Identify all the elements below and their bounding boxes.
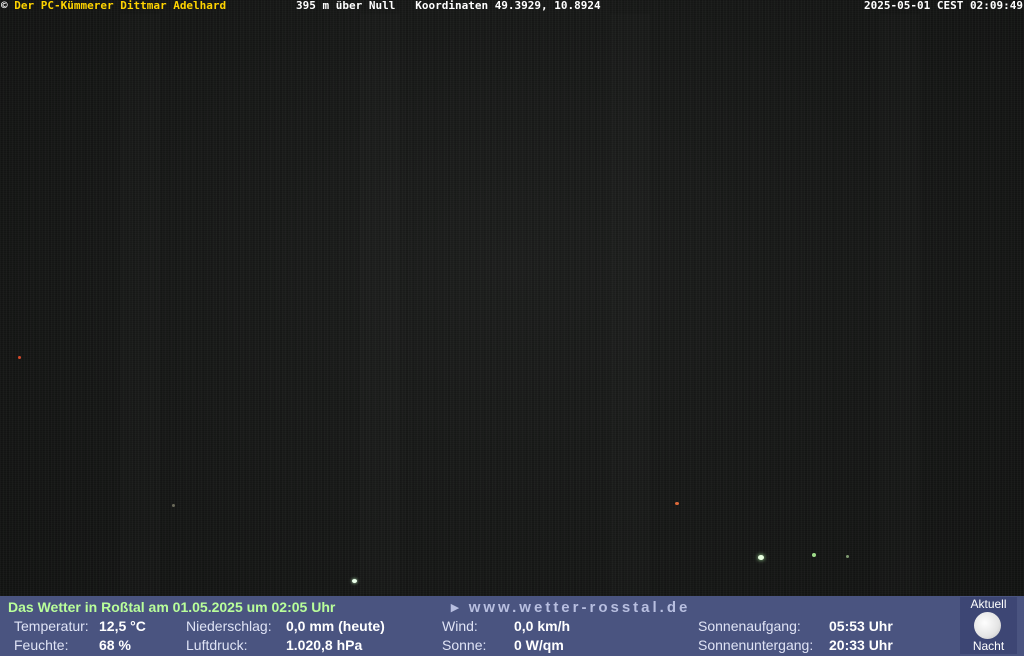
precipitation-value: 0,0 mm (heute) xyxy=(286,618,385,634)
temperature-value: 12,5 °C xyxy=(99,618,146,634)
webcam-image: © Der PC-Kümmerer Dittmar Adelhard 395 m… xyxy=(0,0,1024,656)
location-info: 395 m über Null Koordinaten 49.3929, 10.… xyxy=(296,0,601,11)
distant-light xyxy=(172,504,175,507)
wind-value: 0,0 km/h xyxy=(514,618,571,634)
distant-light xyxy=(758,555,764,560)
sun-label: Sonne: xyxy=(442,637,487,653)
full-moon-icon xyxy=(974,612,1001,639)
sun-value: 0 W/qm xyxy=(514,637,564,653)
author-name: Der PC-Kümmerer Dittmar Adelhard xyxy=(14,0,227,12)
precipitation-label: Niederschlag: xyxy=(186,618,272,634)
distant-light xyxy=(846,555,849,558)
altitude-text: 395 m über Null xyxy=(296,0,396,12)
copyright-icon: © xyxy=(1,0,8,12)
image-band xyxy=(120,14,160,594)
pressure-value: 1.020,8 hPa xyxy=(286,637,363,653)
image-band xyxy=(360,14,400,594)
distant-light xyxy=(675,502,679,505)
timestamp: 2025-05-01 CEST 02:09:49 xyxy=(864,0,1023,12)
sunrise-value: 05:53 Uhr xyxy=(829,618,893,634)
distant-light xyxy=(812,553,816,557)
website-link[interactable]: ▸ www.wetter-rosstal.de xyxy=(451,598,690,616)
humidity-value: 68 % xyxy=(99,637,131,653)
image-band xyxy=(880,14,920,594)
humidity-label: Feuchte: xyxy=(14,637,69,653)
camera-info-bar: © Der PC-Kümmerer Dittmar Adelhard 395 m… xyxy=(0,0,1024,12)
sunrise-label: Sonnenaufgang: xyxy=(698,618,801,634)
distant-light xyxy=(18,356,21,359)
wind-label: Wind: xyxy=(442,618,478,634)
coordinates-text: Koordinaten 49.3929, 10.8924 xyxy=(415,0,601,12)
sunset-value: 20:33 Uhr xyxy=(829,637,893,653)
pressure-label: Luftdruck: xyxy=(186,637,248,653)
image-band xyxy=(610,14,650,594)
sunset-label: Sonnenuntergang: xyxy=(698,637,814,653)
indicator-bottom-label: Nacht xyxy=(972,639,1005,653)
indicator-top-label: Aktuell xyxy=(970,597,1007,611)
weather-heading: Das Wetter in Roßtal am 01.05.2025 um 02… xyxy=(8,599,336,615)
day-night-indicator: Aktuell Nacht xyxy=(960,597,1017,654)
author-credit: © Der PC-Kümmerer Dittmar Adelhard xyxy=(1,0,226,11)
weather-panel: Das Wetter in Roßtal am 01.05.2025 um 02… xyxy=(0,596,1024,656)
distant-light xyxy=(352,579,357,583)
temperature-label: Temperatur: xyxy=(14,618,89,634)
